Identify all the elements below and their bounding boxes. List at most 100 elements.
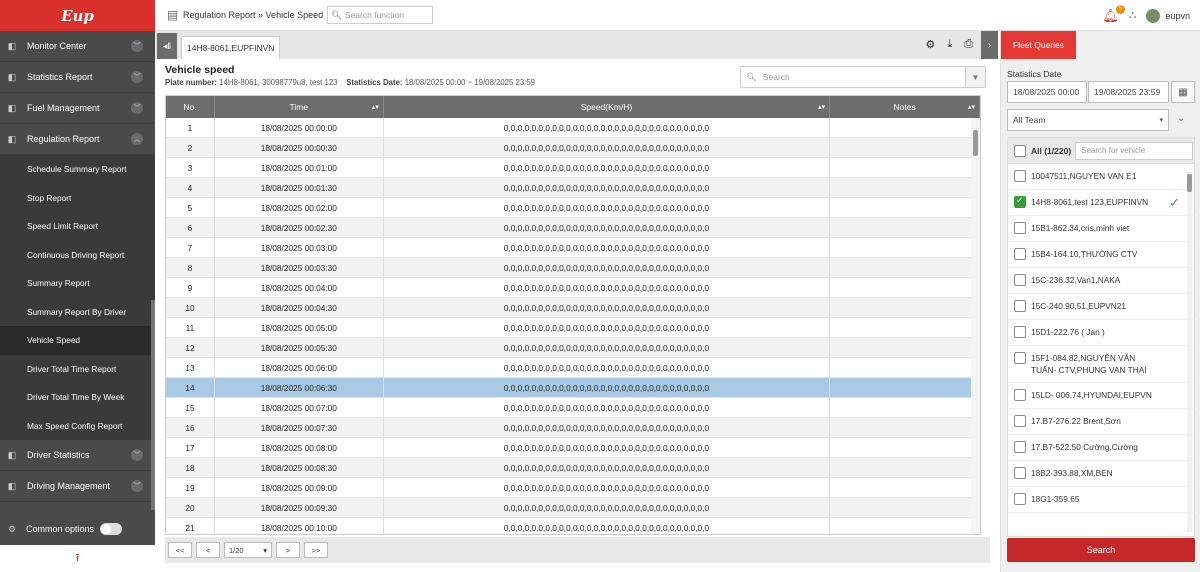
vehicle-list-scrollbar[interactable] (1187, 172, 1192, 532)
calendar-icon[interactable]: ▦ (1171, 81, 1195, 103)
sort-icon[interactable]: ▴▾ (372, 103, 379, 111)
vehicle-list-item[interactable]: 15F1-084.82,NGUYỄN VĂN TUẤN- CTV,PHUNG V… (1008, 346, 1194, 383)
submenu-item-vehicle-speed[interactable]: Vehicle Speed (0, 326, 155, 355)
collapse-sidebar-button[interactable]: ⭱ (0, 545, 155, 572)
select-all-checkbox[interactable] (1014, 144, 1026, 157)
sidebar-item-monitor-center[interactable]: ◧ Monitor Center ﹀ (0, 31, 155, 62)
download-icon[interactable]: ⤓ (947, 38, 952, 51)
sidebar-item-driving-management[interactable]: ◧ Driving Management ﹀ (0, 471, 155, 502)
table-row[interactable]: 1 18/08/2025 00:00:00 0,0,0,0,0,0,0,0,0,0,… (166, 118, 980, 138)
submenu-item-speed-limit-report[interactable]: Speed Limit Report (0, 212, 155, 241)
next-page-button[interactable]: > (276, 542, 300, 558)
vehicle-checkbox[interactable] (1014, 389, 1026, 401)
vehicle-checkbox[interactable] (1014, 222, 1026, 234)
table-row[interactable]: 7 18/08/2025 00:03:00 0,0,0,0,0,0,0,0,0,0,… (166, 238, 980, 258)
vehicle-checkbox[interactable] (1014, 415, 1026, 427)
vehicle-checkbox[interactable] (1014, 493, 1026, 505)
vehicle-list-item[interactable]: 15C-240.90,51,EUPVN21 (1008, 294, 1194, 320)
chevron-up-icon[interactable]: ︿ (131, 133, 143, 145)
table-row[interactable]: 20 18/08/2025 00:09:30 0,0,0,0,0,0,0,0,0,0… (166, 498, 980, 518)
vehicle-list-item[interactable]: 18G1-359.65 (1008, 487, 1194, 513)
table-row[interactable]: 12 18/08/2025 00:05:30 0,0,0,0,0,0,0,0,0,0… (166, 338, 980, 358)
submenu-item-summary-report-by-driver[interactable]: Summary Report By Driver (0, 297, 155, 326)
submenu-item-driver-total-time-by-week[interactable]: Driver Total Time By Week (0, 383, 155, 412)
column-header-speed[interactable]: Speed(Km/H) ▴▾ (384, 96, 831, 118)
table-row[interactable]: 14 18/08/2025 00:06:30 0,0,0,0,0,0,0,0,0,0… (166, 378, 980, 398)
brand-logo[interactable]: Eup (61, 7, 94, 25)
search-button[interactable]: Search (1007, 538, 1195, 562)
vehicle-checkbox[interactable] (1014, 352, 1026, 364)
column-header-no[interactable]: No. (166, 96, 215, 118)
vehicle-checkbox[interactable] (1014, 326, 1026, 338)
table-search-input[interactable]: 🔍︎ Search ▼ (740, 66, 986, 88)
submenu-item-continuous-driving-report[interactable]: Continuous Driving Report (0, 240, 155, 269)
table-row[interactable]: 9 18/08/2025 00:04:00 0,0,0,0,0,0,0,0,0,0,… (166, 278, 980, 298)
vehicle-checkbox[interactable] (1014, 248, 1026, 260)
vehicle-list-item[interactable]: 15C-236.32,Van1,NAKA (1008, 268, 1194, 294)
table-row[interactable]: 19 18/08/2025 00:09:00 0,0,0,0,0,0,0,0,0,0… (166, 478, 980, 498)
vehicle-list-item[interactable]: 15B4-164.10,THƯỜNG CTV (1008, 242, 1194, 268)
last-page-button[interactable]: >> (304, 542, 328, 558)
table-row[interactable]: 10 18/08/2025 00:04:30 0,0,0,0,0,0,0,0,0,0… (166, 298, 980, 318)
table-row[interactable]: 21 18/08/2025 00:10:00 0,0,0,0,0,0,0,0,0,0… (166, 518, 980, 534)
table-row[interactable]: 3 18/08/2025 00:01:00 0,0,0,0,0,0,0,0,0,0,… (166, 158, 980, 178)
table-row[interactable]: 8 18/08/2025 00:03:30 0,0,0,0,0,0,0,0,0,0,… (166, 258, 980, 278)
chevron-down-icon[interactable]: ﹀ (131, 102, 143, 114)
vehicle-checkbox[interactable] (1014, 300, 1026, 312)
sort-icon[interactable]: ▴▾ (968, 103, 975, 111)
date-to-input[interactable]: 19/08/2025 23:59 (1088, 81, 1169, 103)
table-row[interactable]: 13 18/08/2025 00:06:00 0,0,0,0,0,0,0,0,0,0… (166, 358, 980, 378)
submenu-item-summary-report[interactable]: Summary Report (0, 269, 155, 298)
date-from-input[interactable]: 18/08/2025 00:00 (1007, 81, 1087, 103)
chevron-down-icon[interactable]: ﹀ (131, 40, 143, 52)
submenu-item-max-speed-config-report[interactable]: Max Speed Config Report (0, 411, 155, 440)
common-options-toggle[interactable] (100, 523, 123, 535)
vehicle-list-item[interactable]: 14H8-8061,test 123,EUPFINVN ✓ (1008, 190, 1194, 216)
bell-icon[interactable]: 🔔︎ 5 (1102, 4, 1125, 24)
vehicle-list-item[interactable]: 10047511,NGUYEN VAN E1 (1008, 164, 1194, 190)
table-row[interactable]: 18 18/08/2025 00:08:30 0,0,0,0,0,0,0,0,0,0… (166, 458, 980, 478)
search-function-input[interactable]: 🔍︎ Search function (327, 6, 434, 24)
vehicle-checkbox[interactable] (1014, 170, 1026, 182)
table-row[interactable]: 15 18/08/2025 00:07:00 0,0,0,0,0,0,0,0,0,0… (166, 398, 980, 418)
expand-chevron-icon[interactable]: ⌄ (1177, 113, 1185, 124)
tab-fleet-queries[interactable]: Fleet Queries (1001, 31, 1076, 59)
username[interactable]: eupvn (1165, 11, 1190, 21)
first-page-button[interactable]: << (168, 542, 192, 558)
chevron-down-icon[interactable]: ﹀ (131, 449, 143, 461)
vehicle-list-item[interactable]: 17.B7-276.22 Brent,Sơn (1008, 409, 1194, 435)
table-row[interactable]: 5 18/08/2025 00:02:00 0,0,0,0,0,0,0,0,0,0,… (166, 198, 980, 218)
sidebar-item-driver-statistics[interactable]: ◧ Driver Statistics ﹀ (0, 440, 155, 471)
sidebar-item-regulation-report[interactable]: ◧ Regulation Report ︿ (0, 124, 155, 155)
chevron-down-icon[interactable]: ﹀ (131, 71, 143, 83)
logo-bar[interactable]: Eup (0, 0, 155, 31)
sidebar-item-statistics-report[interactable]: ◧ Statistics Report ﹀ (0, 62, 155, 93)
column-header-notes[interactable]: Notes ▴▾ (830, 96, 980, 118)
collapse-right-panel-button[interactable]: › (981, 31, 998, 59)
vehicle-list-item[interactable]: 18B2-393.88,XM,BEN (1008, 461, 1194, 487)
table-scrollbar[interactable] (971, 118, 980, 534)
print-icon[interactable]: ⎙ (964, 38, 973, 51)
table-row[interactable]: 17 18/08/2025 00:08:00 0,0,0,0,0,0,0,0,0,0… (166, 438, 980, 458)
submenu-item-driver-total-time-report[interactable]: Driver Total Time Report (0, 354, 155, 383)
vehicle-checkbox[interactable] (1014, 467, 1026, 479)
sort-icon[interactable]: ▴▾ (818, 103, 825, 111)
filter-icon[interactable]: ▼ (965, 67, 985, 87)
settings-icon[interactable]: ⚙ (925, 38, 935, 51)
chevron-down-icon[interactable]: ﹀ (131, 480, 143, 492)
tab-vehicle[interactable]: 14H8-8061,EUPFINVN (181, 36, 281, 59)
vehicle-checkbox[interactable] (1014, 195, 1026, 208)
table-row[interactable]: 16 18/08/2025 00:07:30 0,0,0,0,0,0,0,0,0,0… (166, 418, 980, 438)
submenu-item-stop-report[interactable]: Stop Report (0, 183, 155, 212)
vehicle-checkbox[interactable] (1014, 441, 1026, 453)
sidebar-item-fuel-management[interactable]: ◧ Fuel Management ﹀ (0, 93, 155, 124)
network-icon[interactable]: ⛬ (1129, 9, 1137, 22)
submenu-item-schedule-summary-report[interactable]: Schedule Summary Report (0, 155, 155, 184)
prev-page-button[interactable]: < (196, 542, 220, 558)
collapse-sidebar-toggle[interactable]: ◂‖ (157, 33, 177, 59)
table-row[interactable]: 2 18/08/2025 00:00:30 0,0,0,0,0,0,0,0,0,0,… (166, 138, 980, 158)
vehicle-search-input[interactable]: Search for vehicle (1075, 141, 1194, 160)
table-row[interactable]: 11 18/08/2025 00:05:00 0,0,0,0,0,0,0,0,0,0… (166, 318, 980, 338)
page-select[interactable]: 1/20 ▾ (224, 542, 272, 558)
column-header-time[interactable]: Time ▴▾ (215, 96, 384, 118)
